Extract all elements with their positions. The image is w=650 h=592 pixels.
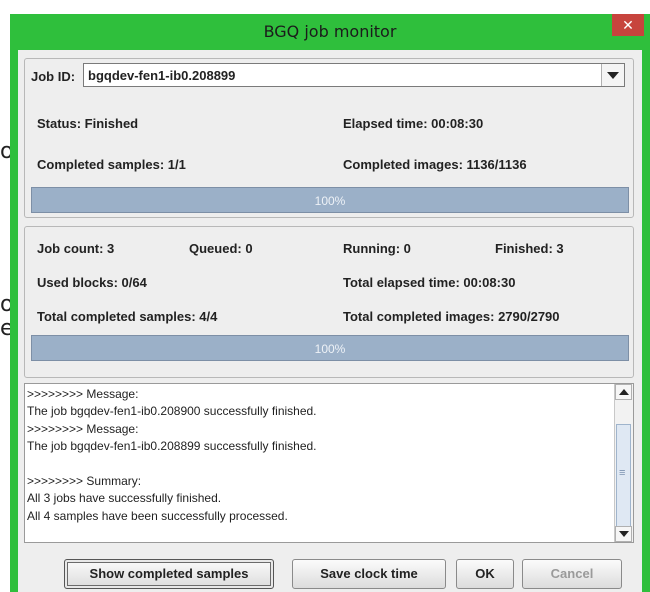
close-button[interactable]: ✕ <box>612 14 644 36</box>
job-id-value: bgqdev-fen1-ib0.208899 <box>88 68 236 83</box>
summary-progress-label: 100% <box>314 342 346 356</box>
message-log[interactable]: >>>>>>>> Message: The job bgqdev-fen1-ib… <box>24 383 634 543</box>
title-bar[interactable]: BGQ job monitor ✕ <box>10 14 650 50</box>
job-count-text: Job count: 3 <box>37 241 115 256</box>
close-icon: ✕ <box>622 17 634 33</box>
total-completed-samples-text: Total completed samples: 4/4 <box>37 309 218 324</box>
log-line: >>>>>>>> Message: <box>27 421 139 436</box>
completed-samples-text: Completed samples: 1/1 <box>37 157 186 172</box>
status-text: Status: Finished <box>37 116 139 131</box>
job-id-select[interactable]: bgqdev-fen1-ib0.208899 <box>83 63 625 87</box>
dialog-content: Job ID: bgqdev-fen1-ib0.208899 Status: F… <box>18 50 642 592</box>
used-blocks-text: Used blocks: 0/64 <box>37 275 147 290</box>
log-line: All 3 jobs have successfully finished. <box>27 491 222 506</box>
log-line: >>>>>>>> Summary: <box>27 473 142 488</box>
total-completed-images-text: Total completed images: 2790/2790 <box>343 309 560 324</box>
log-lines: >>>>>>>> Message: The job bgqdev-fen1-ib… <box>27 386 612 525</box>
log-scrollbar[interactable] <box>614 384 633 542</box>
elapsed-time-text: Elapsed time: 00:08:30 <box>343 116 484 131</box>
summary-progress-bar: 100% <box>31 335 629 361</box>
log-line: >>>>>>>> Message: <box>27 387 139 401</box>
job-id-label: Job ID: <box>31 69 76 84</box>
log-line: All 4 samples have been successfully pro… <box>27 508 288 523</box>
scroll-down-arrow-icon[interactable] <box>615 526 632 542</box>
ok-button[interactable]: OK <box>456 559 514 589</box>
job-monitor-window: BGQ job monitor ✕ Job ID: bgqdev-fen1-ib… <box>10 14 650 592</box>
chevron-down-icon[interactable] <box>601 64 624 86</box>
show-completed-samples-button[interactable]: Show completed samples <box>64 559 274 589</box>
cancel-button[interactable]: Cancel <box>522 559 622 589</box>
summary-panel: Job count: 3 Queued: 0 Running: 0 Finish… <box>24 226 634 378</box>
job-progress-bar: 100% <box>31 187 629 213</box>
scroll-thumb[interactable] <box>616 424 631 528</box>
queued-text: Queued: 0 <box>189 241 253 256</box>
log-line: The job bgqdev-fen1-ib0.208900 successfu… <box>27 404 317 419</box>
save-clock-time-button[interactable]: Save clock time <box>292 559 446 589</box>
total-elapsed-time-text: Total elapsed time: 00:08:30 <box>343 275 516 290</box>
job-progress-label: 100% <box>314 194 346 208</box>
job-status-panel: Job ID: bgqdev-fen1-ib0.208899 Status: F… <box>24 58 634 218</box>
window-title: BGQ job monitor <box>263 22 397 41</box>
finished-text: Finished: 3 <box>495 241 564 256</box>
scroll-up-arrow-icon[interactable] <box>615 384 632 400</box>
completed-images-text: Completed images: 1136/1136 <box>343 157 527 172</box>
log-line: The job bgqdev-fen1-ib0.208899 successfu… <box>27 439 317 454</box>
running-text: Running: 0 <box>343 241 411 256</box>
